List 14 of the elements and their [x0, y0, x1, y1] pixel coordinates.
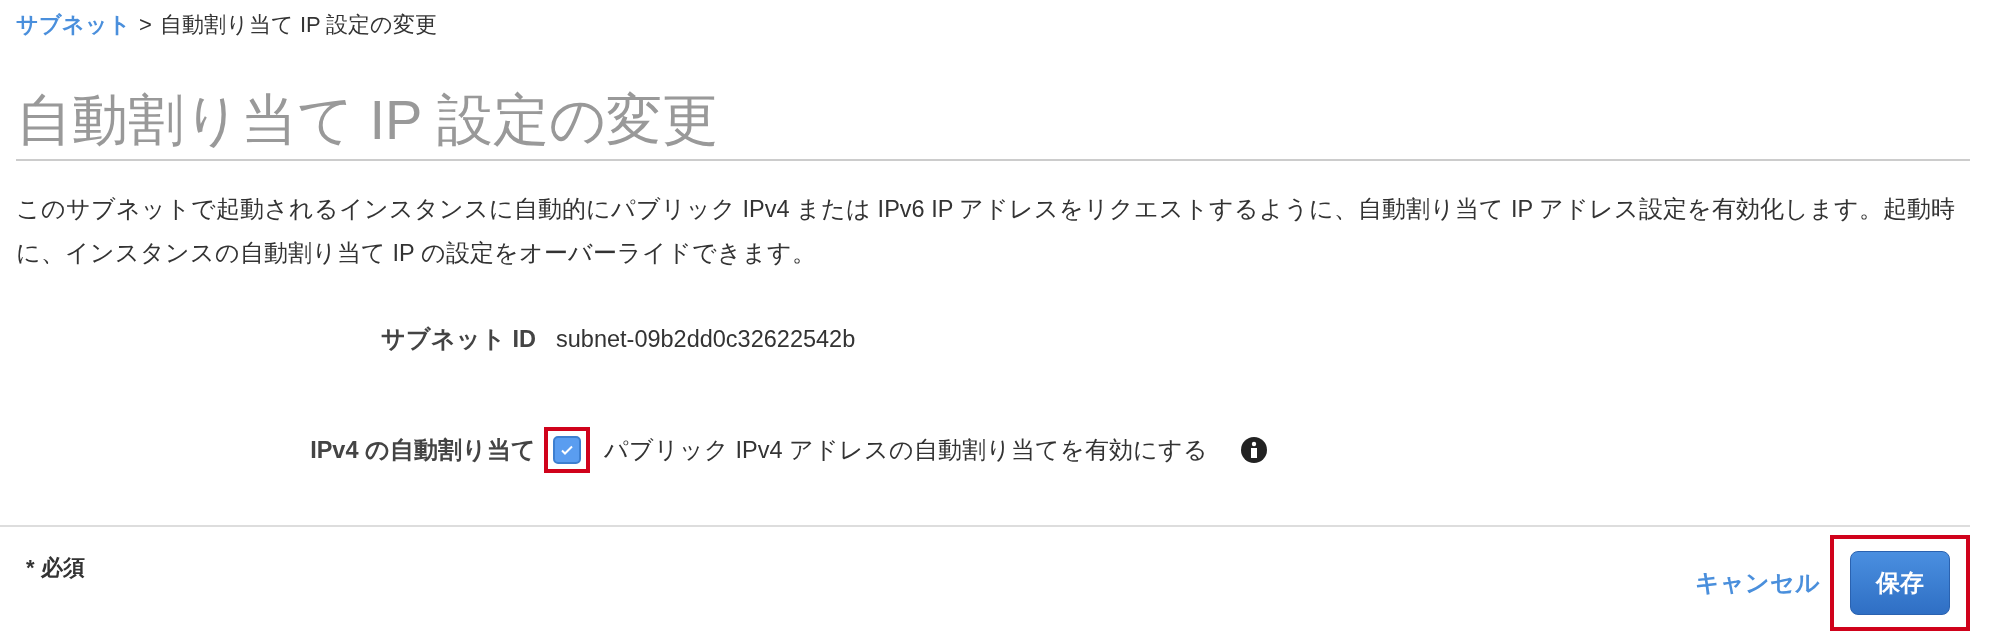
breadcrumb-current: 自動割り当て IP 設定の変更: [159, 11, 438, 39]
checkbox-label[interactable]: パブリック IPv4 アドレスの自動割り当てを有効にする: [604, 434, 1209, 467]
breadcrumb-link[interactable]: サブネット: [16, 10, 131, 40]
required-note: * 必須: [26, 554, 85, 583]
page-title: 自動割り当て IP 設定の変更: [16, 86, 1970, 162]
checkbox[interactable]: [553, 436, 581, 465]
field-value: subnet-09b2dd0c32622542b: [556, 325, 857, 353]
breadcrumb-separator: >: [139, 12, 152, 38]
description: このサブネットで起動されるインスタンスに自動的にパブリック IPv4 または IPv6 IP アドレスをリクエストするように、自動割り当て IP アドレス設定を有効化します。起動時に、インスタンスの自動割り当て IP の設定をオーバーライドできます。: [16, 195, 1957, 269]
field-label: IPv4 の自動割り当て: [309, 436, 536, 466]
info-icon[interactable]: [1240, 436, 1269, 465]
cancel-link[interactable]: キャンセル: [1695, 567, 1820, 600]
save-button[interactable]: 保存: [1850, 551, 1950, 616]
field-label: サブネット ID: [379, 325, 536, 355]
